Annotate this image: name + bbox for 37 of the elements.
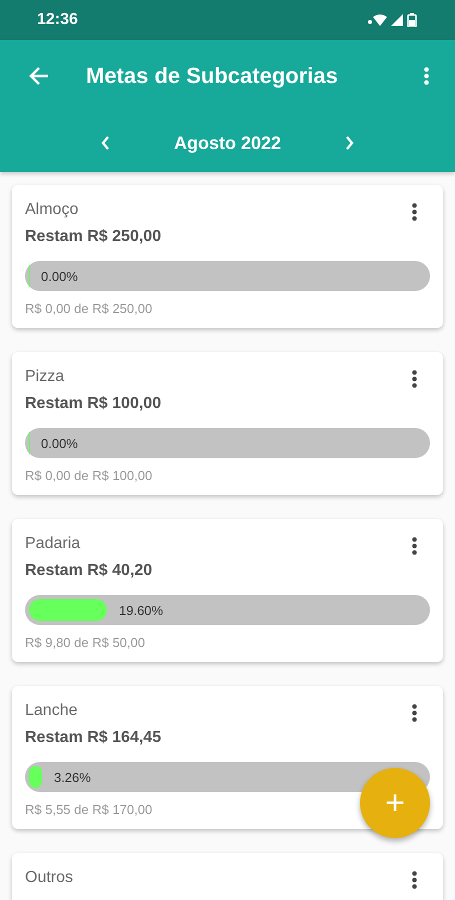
goal-name: Pizza bbox=[25, 367, 64, 387]
spent-amount: R$ 9,80 de R$ 50,00 bbox=[25, 635, 145, 650]
percent-label: 19.60% bbox=[119, 602, 164, 618]
remaining-amount: Restam R$ 100,00 bbox=[25, 394, 162, 414]
back-arrow-icon bbox=[28, 65, 50, 87]
remaining-amount: Restam R$ 164,45 bbox=[25, 728, 162, 748]
chevron-right-icon bbox=[345, 135, 356, 151]
percent-label: 0.00% bbox=[41, 436, 78, 450]
spent-amount: R$ 0,00 de R$ 250,00 bbox=[25, 301, 152, 316]
card-menu-button[interactable] bbox=[412, 203, 417, 221]
goal-name: Almoço bbox=[25, 200, 78, 220]
more-vert-icon bbox=[412, 871, 417, 889]
spent-amount: R$ 5,55 de R$ 170,00 bbox=[25, 802, 152, 817]
month-label: Agosto 2022 bbox=[174, 132, 282, 154]
more-vert-icon bbox=[412, 537, 417, 555]
chevron-left-icon bbox=[100, 135, 110, 151]
more-vert-icon bbox=[412, 203, 417, 221]
battery-icon bbox=[407, 13, 417, 27]
card-menu-button[interactable] bbox=[412, 871, 417, 889]
card-menu-button[interactable] bbox=[412, 704, 417, 722]
spent-amount: R$ 0,00 de R$ 100,00 bbox=[25, 468, 152, 483]
clock-time: 12:36 bbox=[37, 11, 78, 29]
goal-name: Padaria bbox=[25, 534, 80, 554]
card-menu-button[interactable] bbox=[412, 370, 417, 388]
goal-name: Outros bbox=[25, 868, 74, 888]
signal-icon bbox=[391, 14, 403, 26]
more-vert-icon bbox=[424, 67, 429, 85]
more-vert-icon bbox=[412, 704, 417, 722]
more-vert-icon bbox=[412, 370, 417, 388]
card-menu-button[interactable] bbox=[412, 537, 417, 555]
screen-title: Metas de Subcategorias bbox=[86, 63, 339, 89]
percent-label: 3.26% bbox=[54, 770, 91, 784]
wifi-icon bbox=[368, 14, 387, 26]
percent-label: 0.00% bbox=[41, 268, 78, 284]
remaining-amount: Restam R$ 40,20 bbox=[25, 561, 154, 581]
goal-name: Lanche bbox=[25, 701, 78, 721]
remaining-amount: Restam R$ 250,00 bbox=[25, 227, 162, 247]
